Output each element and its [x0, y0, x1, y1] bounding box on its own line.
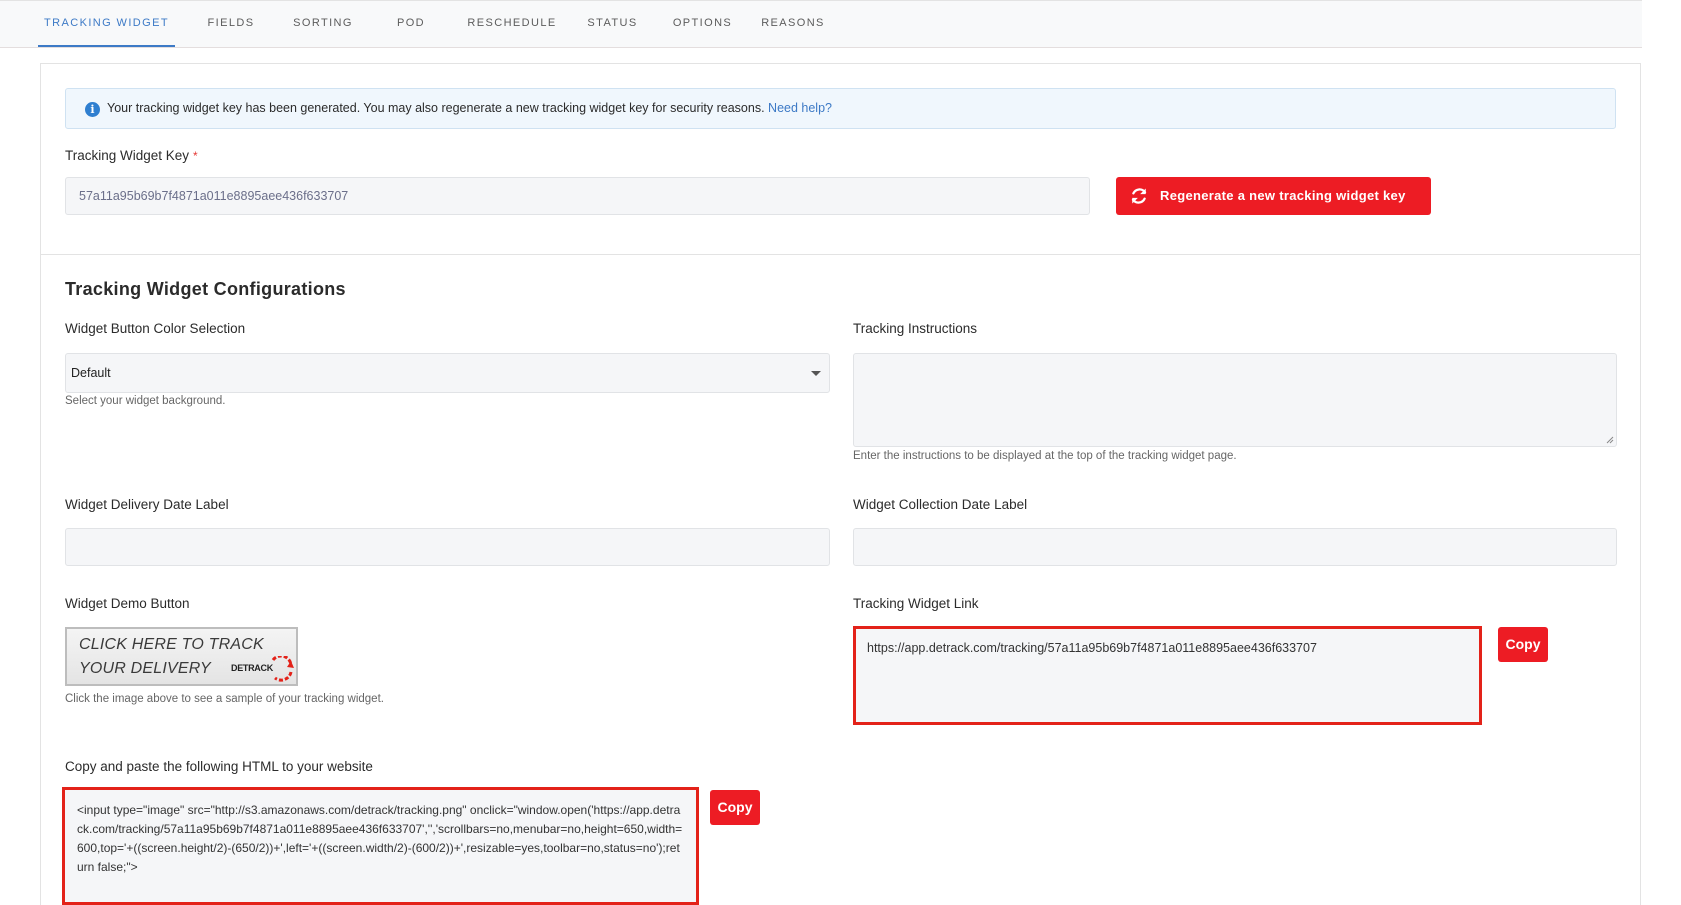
- widget-link-label: Tracking Widget Link: [853, 596, 979, 611]
- info-alert: i Your tracking widget key has been gene…: [65, 88, 1616, 129]
- tracking-widget-key-field[interactable]: 57a11a95b69b7f4871a011e8895aee436f633707: [65, 177, 1090, 215]
- tab-options[interactable]: OPTIONS: [664, 1, 741, 47]
- alert-message: Your tracking widget key has been genera…: [107, 101, 765, 115]
- required-mark: *: [193, 149, 198, 163]
- button-color-help: Select your widget background.: [65, 395, 226, 407]
- regenerate-key-button[interactable]: Regenerate a new tracking widget key: [1116, 177, 1431, 215]
- regenerate-key-label: Regenerate a new tracking widget key: [1160, 188, 1406, 203]
- embed-html-field[interactable]: <input type="image" src="http://s3.amazo…: [62, 787, 699, 905]
- chevron-down-icon: [811, 371, 821, 376]
- tab-status[interactable]: STATUS: [580, 1, 645, 47]
- collection-date-label-input[interactable]: [853, 528, 1617, 566]
- tab-bar: TRACKING WIDGET FIELDS SORTING POD RESCH…: [0, 0, 1642, 48]
- resize-handle-icon[interactable]: [1606, 436, 1614, 444]
- button-color-selected: Default: [71, 366, 111, 380]
- copy-link-button[interactable]: Copy: [1498, 627, 1548, 662]
- tracking-instructions-input[interactable]: [853, 353, 1617, 447]
- demo-button-help: Click the image above to see a sample of…: [65, 693, 384, 705]
- demo-button-line1: CLICK HERE TO TRACK: [79, 636, 264, 653]
- tab-reasons[interactable]: REASONS: [755, 1, 831, 47]
- tab-reschedule[interactable]: RESCHEDULE: [461, 1, 563, 47]
- demo-button-line2: YOUR DELIVERY: [79, 660, 211, 677]
- button-color-label: Widget Button Color Selection: [65, 321, 246, 336]
- delivery-date-label-input[interactable]: [65, 528, 830, 566]
- tab-tracking-widget[interactable]: TRACKING WIDGET: [38, 1, 175, 47]
- tab-pod[interactable]: POD: [383, 1, 439, 47]
- section-divider: [40, 254, 1641, 255]
- need-help-link[interactable]: Need help?: [768, 101, 832, 115]
- delivery-date-label: Widget Delivery Date Label: [65, 497, 229, 512]
- embed-html-label: Copy and paste the following HTML to you…: [65, 759, 373, 774]
- demo-button-label: Widget Demo Button: [65, 596, 190, 611]
- info-icon: i: [85, 102, 100, 117]
- tab-fields[interactable]: FIELDS: [196, 1, 266, 47]
- detrack-logo-icon: [271, 656, 294, 682]
- tab-sorting[interactable]: SORTING: [283, 1, 363, 47]
- collection-date-label: Widget Collection Date Label: [853, 497, 1028, 512]
- tracking-instructions-label: Tracking Instructions: [853, 321, 978, 336]
- tracking-widget-key-label-text: Tracking Widget Key: [65, 148, 190, 163]
- button-color-select[interactable]: Default: [65, 353, 830, 393]
- tracking-instructions-help: Enter the instructions to be displayed a…: [853, 450, 1237, 462]
- widget-link-field[interactable]: https://app.detrack.com/tracking/57a11a9…: [853, 626, 1482, 725]
- configurations-title: Tracking Widget Configurations: [65, 279, 346, 299]
- tracking-widget-key-label: Tracking Widget Key *: [65, 148, 198, 163]
- widget-demo-button[interactable]: CLICK HERE TO TRACK YOUR DELIVERY DETRAC…: [65, 627, 298, 686]
- refresh-icon: [1131, 188, 1147, 204]
- copy-html-button[interactable]: Copy: [710, 790, 760, 825]
